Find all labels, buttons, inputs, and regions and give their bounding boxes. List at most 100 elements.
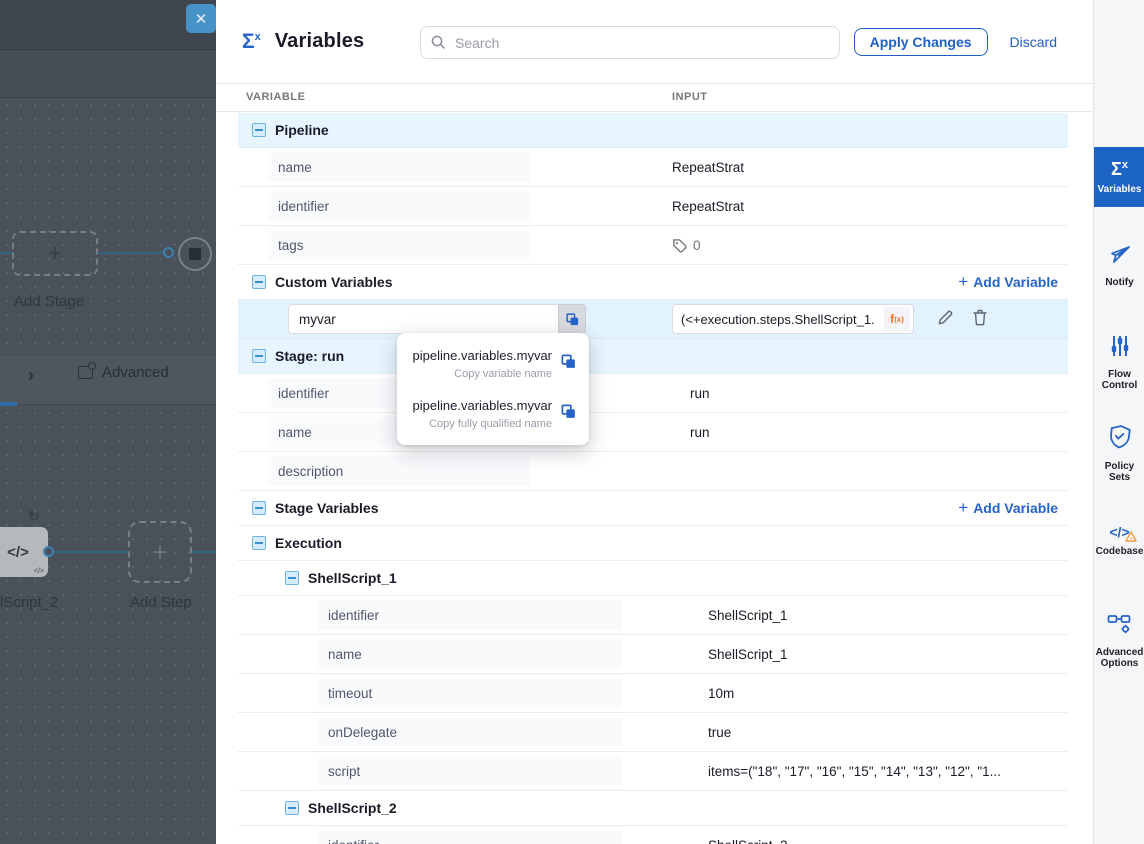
custom-variable-row: (<+execution.steps.ShellScript_1. f(x) <box>238 300 1068 339</box>
section-label: ShellScript_2 <box>308 800 397 816</box>
link-port-icon <box>43 546 54 557</box>
search-input[interactable] <box>420 26 840 59</box>
code-icon: </> <box>1109 524 1129 540</box>
section-label: ShellScript_1 <box>308 570 397 586</box>
delete-variable-button[interactable] <box>971 308 989 330</box>
toolbar-tab-notify[interactable]: Notify <box>1094 242 1144 288</box>
add-step-label: Add Step <box>130 594 192 611</box>
apply-changes-button[interactable]: Apply Changes <box>854 28 988 56</box>
toolbar-tab-advanced-options[interactable]: Advanced Options <box>1094 612 1144 669</box>
variables-sigma-icon: Σx <box>242 30 261 54</box>
sliders-icon <box>1109 334 1131 363</box>
column-variable: VARIABLE <box>246 91 305 103</box>
variable-value-input[interactable]: (<+execution.steps.ShellScript_1. f(x) <box>672 304 914 334</box>
variable-row: identifier ShellScript_2 <box>238 826 1068 844</box>
variable-value: items=("18", "17", "16", "15", "14", "13… <box>708 764 1001 779</box>
variable-value: ShellScript_1 <box>708 647 788 662</box>
add-variable-button[interactable]: +Add Variable <box>958 500 1058 516</box>
variable-value: ShellScript_1 <box>708 608 788 623</box>
section-label: Custom Variables <box>275 274 393 290</box>
variable-value: true <box>708 725 731 740</box>
copy-icon[interactable] <box>558 304 586 334</box>
variable-name-cell: name <box>318 639 622 669</box>
discard-button[interactable]: Discard <box>1010 34 1057 50</box>
variable-value: run <box>690 425 710 440</box>
collapse-icon[interactable] <box>285 571 299 585</box>
search-box <box>420 26 840 59</box>
panel-header: Σx Variables Apply Changes Discard <box>216 0 1093 84</box>
step-node-shellscript[interactable]: </> </> <box>0 527 48 577</box>
copy-icon[interactable] <box>560 353 577 375</box>
add-variable-button[interactable]: +Add Variable <box>958 274 1058 290</box>
variables-table: Pipelinename RepeatStratidentifier Repea… <box>238 113 1068 844</box>
section-label: Stage: run <box>275 348 344 364</box>
stop-node[interactable] <box>178 237 212 271</box>
copy-menu-item[interactable]: pipeline.variables.myvar Copy fully qual… <box>397 389 589 439</box>
toolbar-tab-flow-control[interactable]: Flow Control <box>1094 334 1144 391</box>
section-row: Execution <box>238 526 1068 561</box>
table-header: VARIABLE INPUT <box>216 84 1093 112</box>
advanced-tab-label: Advanced <box>102 364 169 381</box>
plus-icon: + <box>152 537 167 568</box>
edge-line <box>54 551 128 553</box>
toolbar-tab-policy-sets[interactable]: Policy Sets <box>1094 424 1144 483</box>
canvas-toolbar <box>0 0 216 50</box>
variable-row: description <box>238 452 1068 491</box>
variable-row: tags 0 <box>238 226 1068 265</box>
variable-name-cell: tags <box>268 230 530 260</box>
collapse-icon[interactable] <box>252 275 266 289</box>
add-step-node[interactable]: + <box>128 521 192 583</box>
stop-icon <box>189 248 201 260</box>
link-port-icon <box>163 247 174 258</box>
variable-row: onDelegate true <box>238 713 1068 752</box>
section-row: ShellScript_1 <box>238 561 1068 596</box>
tab-advanced[interactable]: Advanced <box>78 364 169 381</box>
collapse-icon[interactable] <box>252 349 266 363</box>
variables-sigma-icon: Σx <box>1111 159 1128 180</box>
app-root: + Add Stage › Advanced ↻ </> </> + lScri… <box>0 0 1144 844</box>
collapse-icon[interactable] <box>252 501 266 515</box>
variable-row: name ShellScript_1 <box>238 635 1068 674</box>
edge-line <box>96 252 170 254</box>
search-icon <box>430 34 446 50</box>
flow-gear-icon <box>1107 612 1133 641</box>
section-label: Pipeline <box>275 122 329 138</box>
add-stage-node[interactable]: + <box>12 231 98 276</box>
section-row: Pipeline <box>238 113 1068 148</box>
section-row: ShellScript_2 <box>238 791 1068 826</box>
copy-icon[interactable] <box>560 403 577 425</box>
collapse-icon[interactable] <box>252 536 266 550</box>
edit-variable-button[interactable] <box>936 308 955 330</box>
collapse-icon[interactable] <box>285 801 299 815</box>
edge-line <box>192 551 216 553</box>
close-icon: ✕ <box>195 10 208 28</box>
chevron-right-icon[interactable]: › <box>28 365 34 386</box>
section-label: Execution <box>275 535 342 551</box>
variables-panel: Σx Variables Apply Changes Discard VARIA… <box>216 0 1093 844</box>
step-node-label: lScript_2 <box>0 594 58 611</box>
copy-menu-item[interactable]: pipeline.variables.myvar Copy variable n… <box>397 339 589 389</box>
variable-row: identifier ShellScript_1 <box>238 596 1068 635</box>
toolbar-tab-variables[interactable]: ΣxVariables <box>1094 147 1144 207</box>
variable-row: identifier RepeatStrat <box>238 187 1068 226</box>
variable-fqn: pipeline.variables.myvar <box>413 398 552 413</box>
variable-row: timeout 10m <box>238 674 1068 713</box>
column-input: INPUT <box>672 91 708 103</box>
variable-value: 10m <box>708 686 734 701</box>
variable-fqn: pipeline.variables.myvar <box>413 348 552 363</box>
variable-name-cell: script <box>318 756 622 786</box>
page-title: Variables <box>275 30 365 53</box>
paper-plane-icon <box>1108 242 1132 271</box>
fx-expression-icon[interactable]: f(x) <box>884 307 910 331</box>
section-row: Stage Variables +Add Variable <box>238 491 1068 526</box>
close-panel-button[interactable]: ✕ <box>186 4 216 33</box>
variable-name-input[interactable] <box>288 304 558 334</box>
section-row: Custom Variables +Add Variable <box>238 265 1068 300</box>
tab-active-indicator <box>0 402 17 406</box>
toolbar-tab-codebase[interactable]: </>Codebase <box>1094 524 1144 557</box>
variable-name-cell: identifier <box>318 600 622 630</box>
expression-value: (<+execution.steps.ShellScript_1. <box>681 312 884 327</box>
collapse-icon[interactable] <box>252 123 266 137</box>
section-label: Stage Variables <box>275 500 379 516</box>
repeat-strategy-icon: ↻ <box>28 508 40 525</box>
